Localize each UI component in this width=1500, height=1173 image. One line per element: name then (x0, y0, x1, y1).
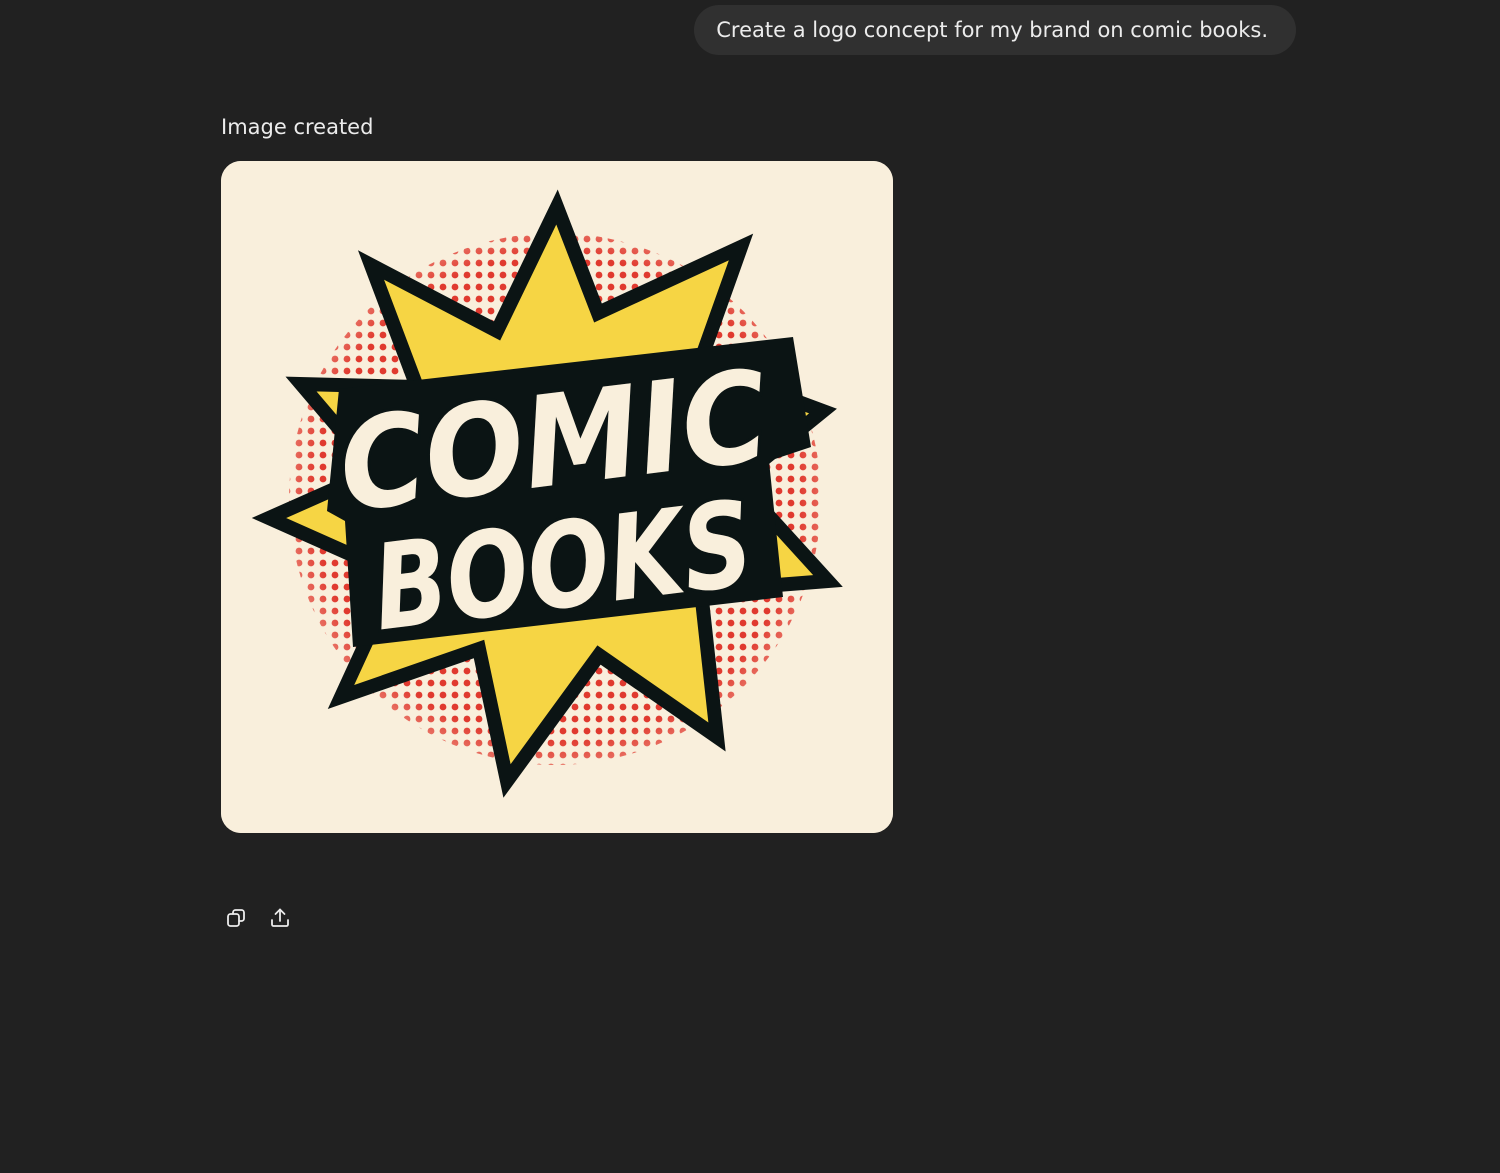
comic-books-logo: COMIC BOOKS (221, 161, 893, 833)
user-message-text: Create a logo concept for my brand on co… (716, 18, 1268, 42)
user-message-bubble: Create a logo concept for my brand on co… (694, 5, 1296, 55)
image-created-label: Image created (221, 115, 374, 139)
message-actions (218, 900, 298, 936)
generated-image[interactable]: COMIC BOOKS (221, 161, 893, 833)
copy-icon (227, 909, 245, 927)
chat-page: Create a logo concept for my brand on co… (0, 0, 1500, 1173)
share-icon (271, 908, 289, 927)
copy-button[interactable] (218, 900, 254, 936)
logo-lettering: COMIC BOOKS (328, 339, 779, 660)
share-button[interactable] (262, 900, 298, 936)
